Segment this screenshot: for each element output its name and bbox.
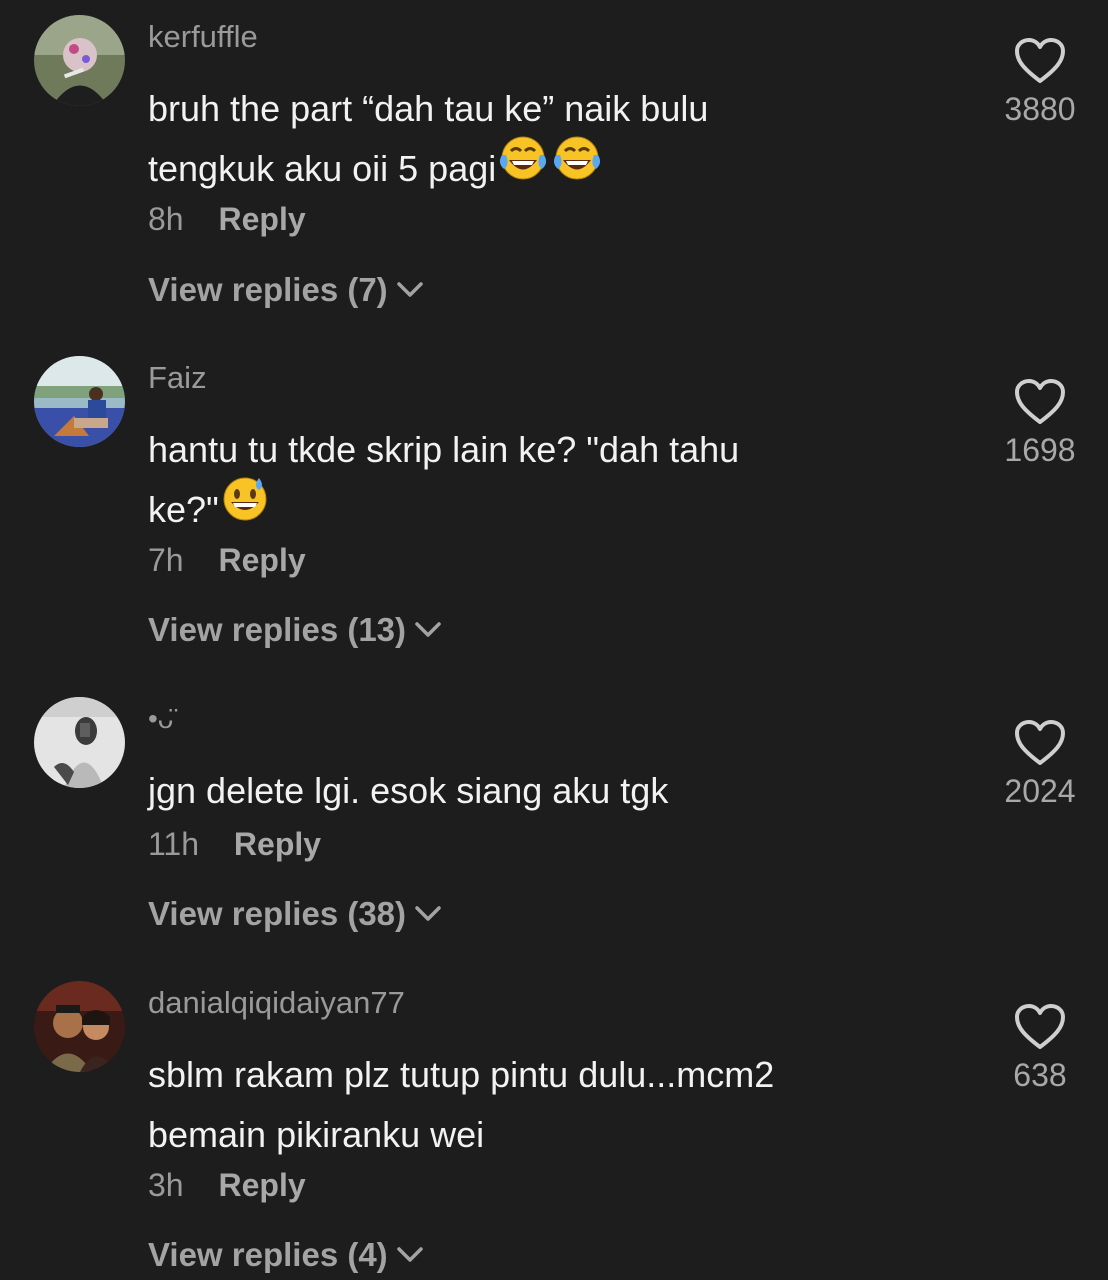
view-replies-label: View replies (13)	[148, 611, 407, 648]
comment-text-line: tengkuk aku oii 5 pagi	[148, 148, 497, 189]
comment-username[interactable]: •ᴗ̈	[148, 703, 173, 735]
comment-text-line: bruh the part “dah tau ke” naik bulu	[148, 88, 709, 129]
comment-meta: 11h Reply	[148, 826, 321, 863]
avatar[interactable]	[34, 15, 125, 106]
reply-button[interactable]: Reply	[218, 201, 305, 237]
view-replies-button[interactable]: View replies (13)	[148, 611, 442, 649]
face-with-tears-of-joy-icon	[496, 133, 550, 199]
comment-text-line: sblm rakam plz tutup pintu dulu...mcm2	[148, 1054, 775, 1095]
comment-text: sblm rakam plz tutup pintu dulu...mcm2 b…	[148, 1045, 888, 1165]
view-replies-button[interactable]: View replies (4)	[148, 1236, 424, 1274]
comment-meta: 8h Reply	[148, 201, 306, 238]
chevron-down-icon	[396, 282, 423, 298]
avatar-image	[34, 981, 125, 1072]
comment-time: 3h	[148, 1167, 184, 1203]
comment-text-line: ke?"	[148, 489, 219, 530]
like-widget: 2024	[990, 719, 1090, 810]
comment-text: bruh the part “dah tau ke” naik bulu ten…	[148, 79, 888, 199]
comment-time: 8h	[148, 201, 184, 237]
view-replies-label: View replies (7)	[148, 271, 388, 308]
reply-button[interactable]: Reply	[218, 1167, 305, 1203]
view-replies-button[interactable]: View replies (7)	[148, 271, 424, 309]
grinning-face-with-sweat-icon	[219, 474, 271, 540]
avatar-image	[34, 356, 125, 447]
like-count: 638	[1013, 1057, 1067, 1093]
like-count: 2024	[1004, 773, 1076, 809]
comment-username[interactable]: Faiz	[148, 360, 207, 396]
avatar-image	[34, 15, 125, 106]
heart-icon[interactable]	[1014, 378, 1066, 426]
comment-text-line: hantu tu tkde skrip lain ke? "dah tahu	[148, 429, 740, 470]
view-replies-label: View replies (38)	[148, 895, 407, 932]
comment-text: jgn delete lgi. esok siang aku tgk	[148, 761, 888, 821]
avatar[interactable]	[34, 697, 125, 788]
comment-text: hantu tu tkde skrip lain ke? "dah tahu k…	[148, 420, 888, 540]
comment-meta: 3h Reply	[148, 1167, 306, 1204]
view-replies-button[interactable]: View replies (38)	[148, 895, 442, 933]
heart-icon[interactable]	[1014, 37, 1066, 85]
chevron-down-icon	[415, 906, 441, 922]
face-with-tears-of-joy-icon	[550, 133, 604, 199]
comment-username[interactable]: danialqiqidaiyan77	[148, 985, 405, 1021]
comment-time: 11h	[148, 826, 200, 862]
like-widget: 638	[990, 1003, 1090, 1094]
like-count: 1698	[1004, 432, 1076, 468]
view-replies-label: View replies (4)	[148, 1236, 388, 1273]
comment-text-line: bemain pikiranku wei	[148, 1114, 485, 1155]
like-count: 3880	[1004, 91, 1076, 127]
comment-text-line: jgn delete lgi. esok siang aku tgk	[148, 770, 669, 811]
comment-time: 7h	[148, 542, 184, 578]
heart-icon[interactable]	[1014, 1003, 1066, 1051]
avatar[interactable]	[34, 981, 125, 1072]
chevron-down-icon	[415, 622, 441, 638]
heart-icon[interactable]	[1014, 719, 1066, 767]
avatar[interactable]	[34, 356, 125, 447]
like-widget: 3880	[990, 37, 1090, 128]
comment-meta: 7h Reply	[148, 542, 306, 579]
comment-username[interactable]: kerfuffle	[148, 19, 258, 55]
reply-button[interactable]: Reply	[234, 826, 321, 862]
chevron-down-icon	[396, 1247, 423, 1263]
avatar-image	[34, 697, 125, 788]
reply-button[interactable]: Reply	[218, 542, 305, 578]
like-widget: 1698	[990, 378, 1090, 469]
